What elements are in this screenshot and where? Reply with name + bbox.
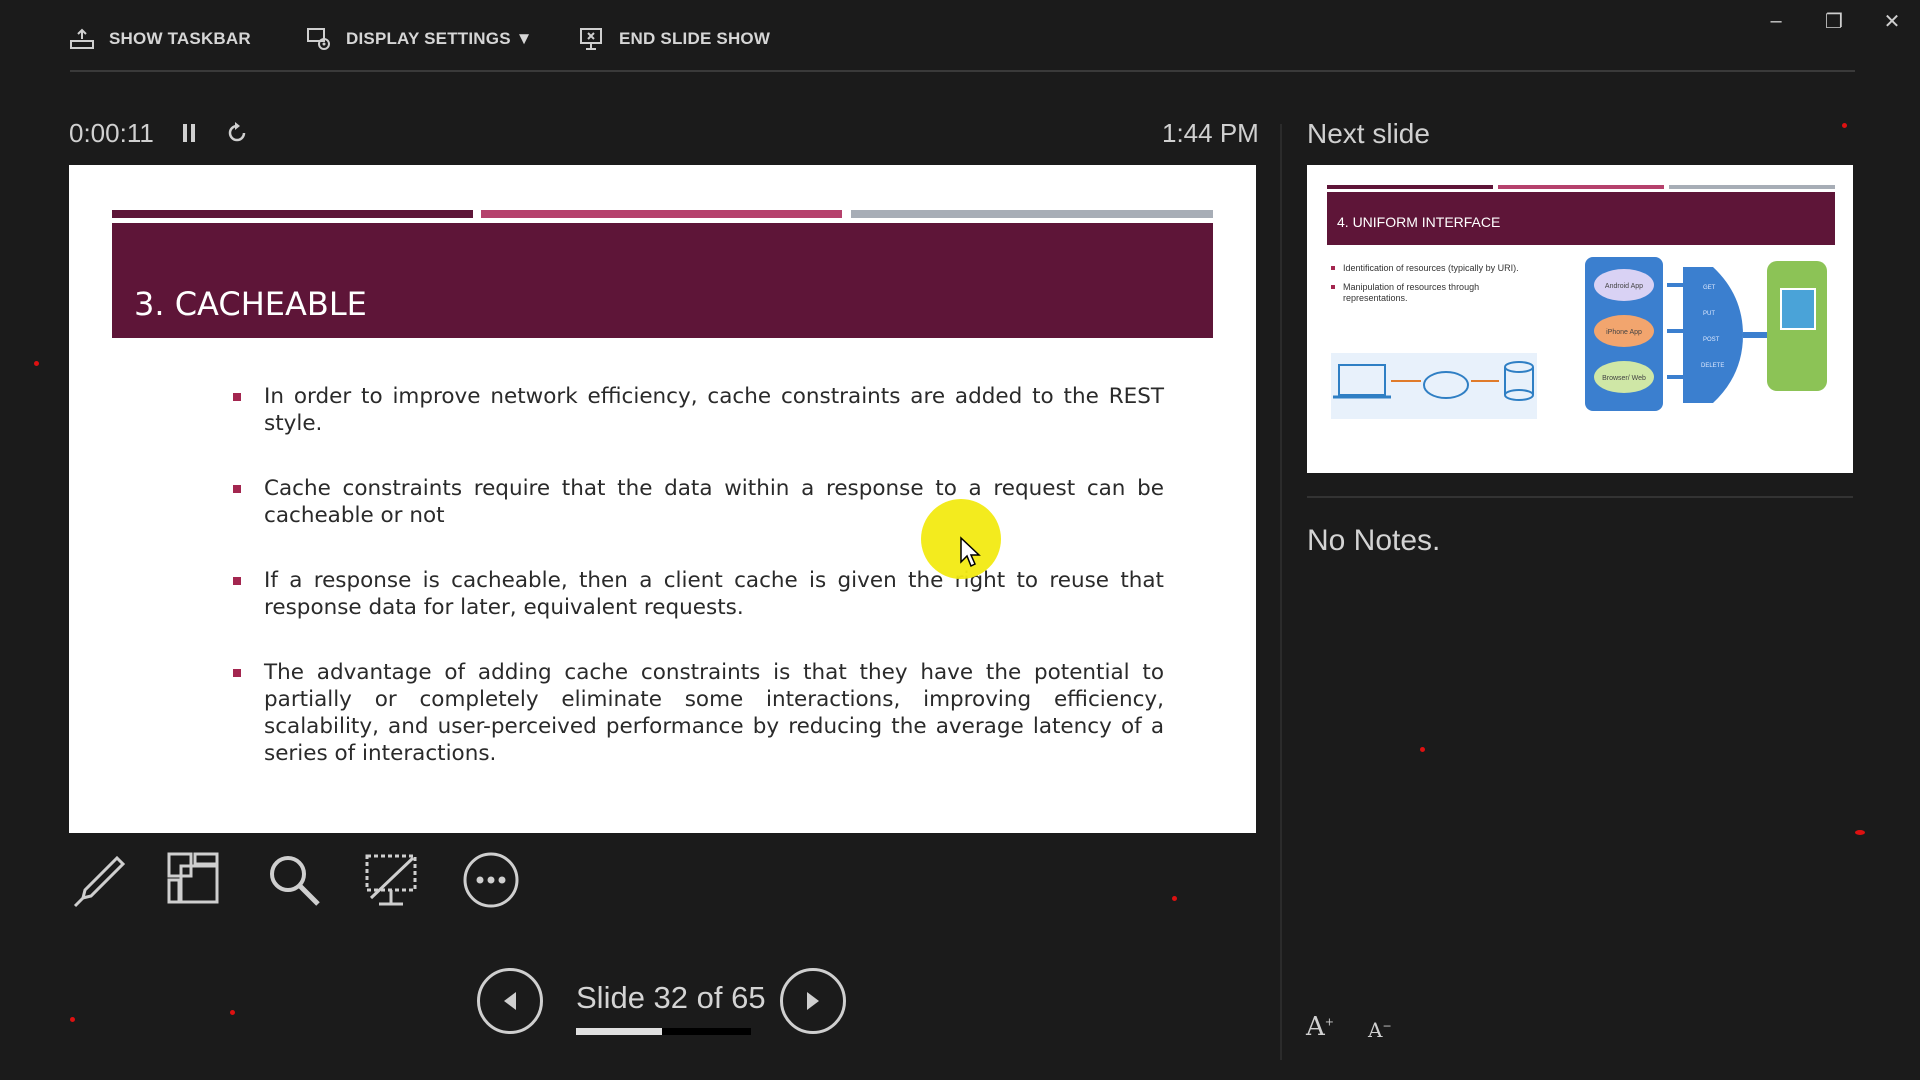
slide-bullet-list: In order to improve network efficiency, … bbox=[229, 383, 1164, 805]
see-all-slides-icon bbox=[167, 852, 219, 904]
display-settings-button[interactable]: DISPLAY SETTINGS ▼ bbox=[306, 22, 533, 56]
pause-icon bbox=[183, 124, 195, 142]
uniform-interface-diagram: Android App iPhone App Browser/ Web GET … bbox=[1585, 257, 1827, 411]
more-options-icon bbox=[463, 852, 519, 908]
restart-icon bbox=[228, 122, 246, 142]
black-screen-button[interactable] bbox=[361, 850, 421, 910]
next-slide-preview[interactable]: 4. UNIFORM INTERFACE Identification of r… bbox=[1307, 165, 1853, 473]
slide-bullet: If a response is cacheable, then a clien… bbox=[229, 567, 1164, 621]
diagram-label: Browser/ Web bbox=[1602, 375, 1646, 382]
end-show-icon bbox=[580, 28, 602, 50]
close-icon: ✕ bbox=[1883, 10, 1901, 33]
previous-slide-button[interactable] bbox=[477, 968, 543, 1034]
diagram-label: PUT bbox=[1703, 311, 1715, 317]
more-options-button[interactable] bbox=[461, 850, 521, 910]
ink-dot bbox=[34, 361, 39, 366]
minimize-icon: – bbox=[1770, 9, 1782, 32]
notes-divider bbox=[1307, 496, 1853, 498]
ink-dot bbox=[230, 1010, 235, 1015]
decrease-font-button[interactable]: A− bbox=[1368, 1018, 1392, 1042]
next-slide-title: 4. UNIFORM INTERFACE bbox=[1337, 214, 1501, 230]
next-slide-label: Next slide bbox=[1307, 118, 1430, 149]
next-slide-bullets: Identification of resources (typically b… bbox=[1329, 263, 1529, 312]
next-slide-button[interactable] bbox=[780, 968, 846, 1034]
slide-progress-fill bbox=[576, 1028, 662, 1035]
increase-font-button[interactable]: A+ bbox=[1306, 1012, 1334, 1042]
current-time: 1:44 PM bbox=[1162, 118, 1259, 148]
display-settings-label: DISPLAY SETTINGS ▼ bbox=[346, 29, 533, 48]
pen-tool-button[interactable] bbox=[69, 850, 129, 910]
restore-icon: ❐ bbox=[1825, 10, 1843, 33]
zoom-button[interactable] bbox=[264, 850, 324, 910]
ink-dot bbox=[1842, 123, 1847, 128]
slide-header-bar-2 bbox=[481, 210, 842, 218]
slide-title-banner: 3. CACHEABLE bbox=[112, 223, 1213, 338]
restart-timer-button[interactable] bbox=[222, 118, 252, 148]
previous-arrow-icon bbox=[504, 992, 516, 1010]
current-slide[interactable]: 3. CACHEABLE In order to improve network… bbox=[69, 165, 1256, 833]
speaker-notes: No Notes. bbox=[1307, 524, 1441, 557]
diagram-label: GET bbox=[1703, 285, 1716, 291]
next-slide-banner: 4. UNIFORM INTERFACE bbox=[1327, 192, 1835, 245]
next-header-bar-2 bbox=[1498, 185, 1664, 189]
display-settings-icon bbox=[307, 28, 330, 50]
slide-progress-bar bbox=[576, 1028, 751, 1035]
slide-header-bar-3 bbox=[851, 210, 1213, 218]
slide-bullet: In order to improve network efficiency, … bbox=[229, 383, 1164, 437]
ink-dot bbox=[70, 1017, 75, 1022]
black-screen-icon bbox=[365, 854, 417, 906]
increase-font-icon: A bbox=[1306, 1012, 1325, 1042]
next-arrow-icon bbox=[807, 992, 819, 1010]
diagram-label: POST bbox=[1703, 337, 1720, 343]
next-header-bar-3 bbox=[1669, 185, 1835, 189]
taskbar-icon bbox=[70, 28, 94, 49]
show-taskbar-button[interactable]: SHOW TASKBAR bbox=[69, 22, 251, 56]
see-all-slides-button[interactable] bbox=[165, 850, 225, 910]
next-header-bar-1 bbox=[1327, 185, 1493, 189]
diagram-label: iPhone App bbox=[1606, 329, 1642, 336]
client-server-diagram bbox=[1331, 353, 1537, 419]
ink-dot bbox=[1172, 896, 1177, 901]
zoom-icon bbox=[270, 856, 320, 906]
next-slide-bullet: Manipulation of resources through repres… bbox=[1329, 282, 1529, 304]
close-button[interactable]: ✕ bbox=[1874, 6, 1910, 36]
mouse-cursor-icon bbox=[960, 536, 981, 568]
toolbar-divider bbox=[70, 70, 1855, 72]
pause-timer-button[interactable] bbox=[174, 118, 204, 148]
slide-bullet: The advantage of adding cache constraint… bbox=[229, 659, 1164, 767]
show-taskbar-label: SHOW TASKBAR bbox=[109, 29, 251, 48]
pen-icon bbox=[73, 855, 126, 908]
next-slide-bullet: Identification of resources (typically b… bbox=[1329, 263, 1529, 274]
end-slide-show-button[interactable]: END SLIDE SHOW bbox=[579, 22, 770, 56]
diagram-label: DELETE bbox=[1701, 363, 1724, 369]
presenter-toolbar: SHOW TASKBAR DISPLAY SETTINGS ▼ END SLID… bbox=[0, 0, 1920, 72]
slide-header-bar-1 bbox=[112, 210, 473, 218]
restore-button[interactable]: ❐ bbox=[1816, 6, 1852, 36]
slide-title: 3. CACHEABLE bbox=[134, 285, 367, 323]
minimize-button[interactable]: – bbox=[1758, 6, 1794, 36]
panel-divider bbox=[1280, 124, 1282, 1060]
slide-bullet: Cache constraints require that the data … bbox=[229, 475, 1164, 529]
slide-counter[interactable]: Slide 32 of 65 bbox=[576, 980, 766, 1016]
elapsed-timer: 0:00:11 bbox=[69, 118, 154, 148]
ink-dot bbox=[1855, 830, 1865, 835]
ink-dot bbox=[1420, 747, 1425, 752]
diagram-label: Android App bbox=[1605, 283, 1643, 290]
decrease-font-icon: A bbox=[1368, 1018, 1383, 1042]
end-slide-show-label: END SLIDE SHOW bbox=[619, 29, 771, 48]
